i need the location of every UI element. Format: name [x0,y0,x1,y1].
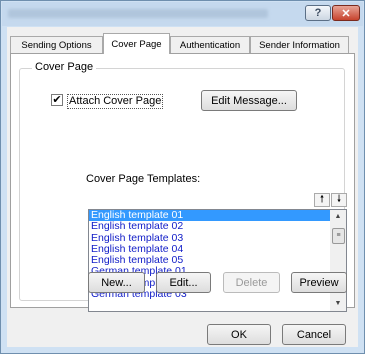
tab-sending-options[interactable]: Sending Options [10,36,103,53]
edit-template-button[interactable]: Edit... [156,272,211,293]
vertical-scrollbar[interactable]: ▲ ≡ ▼ [330,210,346,311]
templates-listbox[interactable]: English template 01 English template 02 En… [88,209,347,312]
window-title-blurred [8,9,268,18]
attach-cover-page-checkbox[interactable]: ✔ [51,94,63,106]
ok-button[interactable]: OK [207,324,271,345]
arrow-up-icon: 🠕 [319,194,325,205]
scroll-down-icon[interactable]: ▼ [330,297,346,311]
title-bar[interactable]: ? ✕ [2,2,363,26]
cover-page-group-title: Cover Page [32,61,97,73]
close-button[interactable]: ✕ [332,5,360,21]
move-down-button[interactable]: 🠗 [331,193,347,207]
move-up-button[interactable]: 🠕 [314,193,330,207]
tab-panel-cover-page: Cover Page ✔ Attach Cover Page Edit Mess… [10,53,355,312]
tab-cover-page[interactable]: Cover Page [103,33,170,54]
scroll-thumb[interactable]: ≡ [332,228,345,244]
scroll-up-icon[interactable]: ▲ [330,210,346,224]
cover-page-templates-label: Cover Page Templates: [86,173,201,185]
cancel-button[interactable]: Cancel [282,324,346,345]
preview-template-button[interactable]: Preview [291,272,347,293]
arrow-down-icon: 🠗 [336,194,342,205]
delete-template-button[interactable]: Delete [223,272,280,293]
dialog-window: ? ✕ Sending Options Cover Page Authentic… [0,0,365,354]
tab-sender-information[interactable]: Sender Information [250,36,349,53]
tab-authentication[interactable]: Authentication [170,36,250,53]
new-template-button[interactable]: New... [88,272,145,293]
edit-message-button[interactable]: Edit Message... [201,90,297,111]
help-button[interactable]: ? [305,5,331,21]
list-item[interactable]: English template 02 [89,220,331,232]
attach-cover-page-label[interactable]: Attach Cover Page [67,94,164,109]
dialog-body: Sending Options Cover Page Authenticatio… [7,27,358,347]
